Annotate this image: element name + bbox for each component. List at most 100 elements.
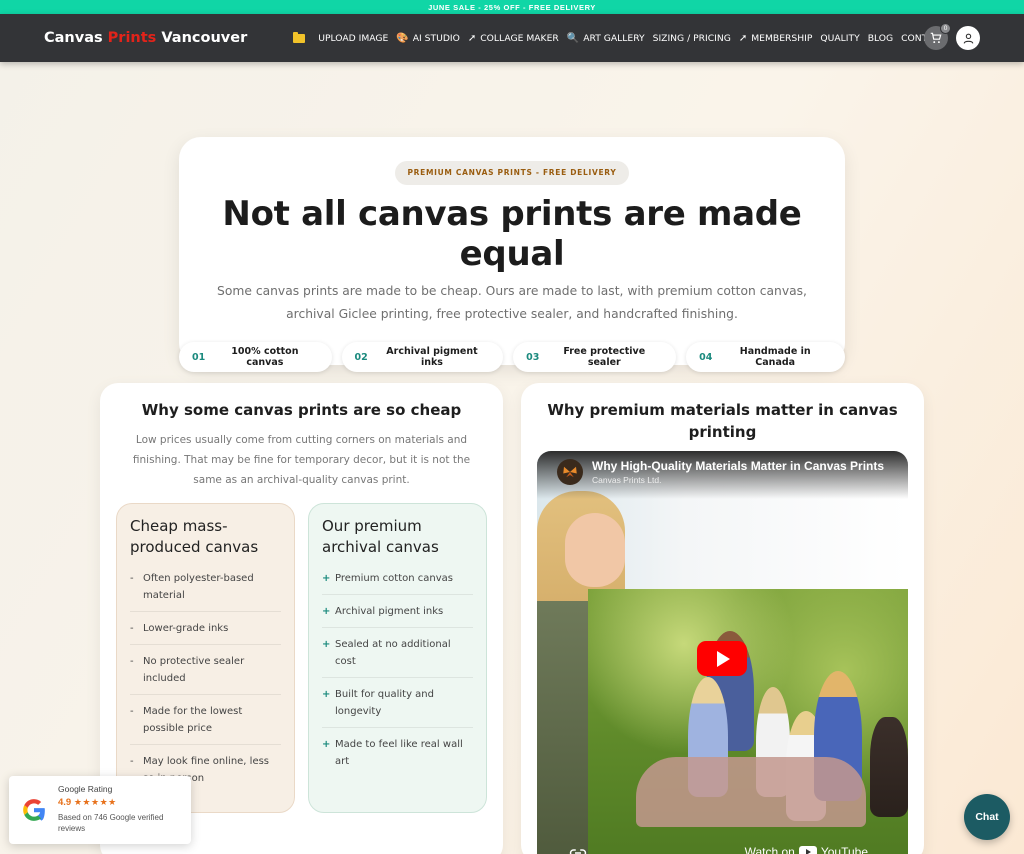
google-review-count: Based on 746 Google verified reviews (58, 813, 164, 833)
chip-label: Free protective sealer (563, 346, 646, 368)
arrow-icon: ➚ (738, 32, 748, 44)
nav-label: COLLAGE MAKER (480, 32, 559, 44)
plus-marker: + (322, 639, 331, 650)
thumbnail-dog (870, 717, 908, 817)
watch-on-youtube-link[interactable]: Watch on YouTube (745, 845, 868, 854)
minus-marker: - (130, 656, 134, 667)
google-logo-icon (23, 799, 45, 821)
list-item-text: Lower-grade inks (143, 623, 229, 634)
list-item: + Sealed at no additional cost (322, 628, 473, 678)
account-button[interactable] (956, 26, 980, 50)
nav-membership[interactable]: ➚ MEMBERSHIP (739, 33, 813, 44)
video-header: Why High-Quality Materials Matter in Can… (537, 451, 908, 499)
nav-label: BLOG (867, 32, 894, 44)
premium-list: + Premium cotton canvas + Archival pigment… (322, 562, 473, 777)
youtube-play-button[interactable] (697, 641, 747, 676)
cart-count-badge: 0 (940, 23, 951, 34)
hero-badge: PREMIUM CANVAS PRINTS - FREE DELIVERY (395, 161, 629, 185)
minus-marker: - (130, 623, 134, 634)
video-channel[interactable]: Canvas Prints Ltd. (592, 475, 884, 485)
plus-marker: + (322, 573, 331, 584)
column-heading: Our premium archival canvas (322, 517, 439, 556)
feature-chip: 04 Handmade in Canada (686, 342, 845, 372)
nav-label: QUALITY (820, 32, 860, 44)
top-navigation: Canvas Prints Vancouver UPLOAD IMAGE 🎨 AI… (0, 14, 1024, 62)
youtube-logo-icon (798, 846, 817, 854)
minus-marker: - (130, 573, 134, 584)
palette-icon: 🎨 (396, 32, 409, 44)
chat-button[interactable]: Chat (964, 794, 1010, 840)
nav-collage-maker[interactable]: ➚ COLLAGE MAKER (468, 33, 559, 44)
thumbnail-legs (636, 757, 866, 827)
feature-chips: 01 100% cotton canvas 02 Archival pigment … (179, 342, 845, 372)
comparison: Cheap mass-produced canvas - Often polyes… (116, 503, 487, 813)
rating-value: 4.9 (58, 797, 72, 808)
feature-chip: 02 Archival pigment inks (341, 342, 504, 372)
google-rating-title: Google Rating (58, 784, 113, 794)
thumbnail-family-photo (588, 589, 908, 854)
list-item: + Built for quality and longevity (322, 678, 473, 728)
channel-logo[interactable] (557, 459, 583, 485)
google-rating-badge[interactable]: Google Rating 4.9 ★★★★★ Based on 746 Goo… (9, 776, 191, 844)
list-item-text: Premium cotton canvas (335, 573, 453, 584)
premium-canvas-column: Our premium archival canvas + Premium cot… (308, 503, 487, 813)
list-item: - Often polyester-based material (130, 562, 281, 612)
chip-label: Handmade in Canada (739, 346, 811, 368)
nav-label: SIZING / PRICING (652, 32, 731, 44)
nav-blog[interactable]: BLOG (868, 33, 893, 44)
hero-card: PREMIUM CANVAS PRINTS - FREE DELIVERY No… (179, 137, 845, 372)
magnifier-icon: 🔍 (566, 32, 580, 44)
nav-label: ART GALLERY (583, 32, 645, 44)
nav-art-gallery[interactable]: 🔍 ART GALLERY (567, 33, 645, 44)
list-item: - No protective sealer included (130, 645, 281, 695)
nav-label: MEMBERSHIP (751, 32, 813, 44)
list-item-text: No protective sealer included (143, 656, 245, 684)
nav-upload-image[interactable]: UPLOAD IMAGE (318, 33, 388, 44)
cart-button[interactable]: 0 (924, 23, 951, 50)
nav-actions: 0 (924, 23, 980, 50)
list-item-text: Made to feel like real wall art (335, 739, 463, 767)
youtube-label: YouTube (820, 845, 868, 854)
cheap-list: - Often polyester-based material - Lower-g… (130, 562, 281, 794)
thumbnail-woman-face (565, 513, 625, 587)
watch-on-label: Watch on (744, 845, 795, 854)
list-item: + Made to feel like real wall art (322, 728, 473, 777)
list-item: + Premium cotton canvas (322, 562, 473, 595)
chip-number: 02 (354, 351, 368, 363)
brand-part1: Canvas (44, 30, 108, 46)
youtube-video-embed[interactable]: Why High-Quality Materials Matter in Can… (537, 451, 908, 854)
brand-part2: Prints (107, 30, 157, 46)
cheap-canvas-column: Cheap mass-produced canvas - Often polyes… (116, 503, 295, 813)
premium-materials-card: Why premium materials matter in canvas p… (521, 383, 924, 854)
butterfly-icon (563, 466, 577, 478)
chip-number: 03 (526, 351, 540, 363)
list-item-text: Archival pigment inks (335, 606, 444, 617)
chip-label: Archival pigment inks (386, 346, 478, 368)
hero-title: Not all canvas prints are made equal (222, 194, 802, 274)
minus-marker: - (130, 706, 134, 717)
plus-marker: + (322, 606, 331, 617)
card-title: Why some canvas prints are so cheap (141, 401, 462, 419)
link-icon[interactable] (569, 847, 587, 854)
folder-icon (293, 31, 306, 43)
nav-quality[interactable]: QUALITY (820, 33, 859, 44)
list-item: - Lower-grade inks (130, 612, 281, 645)
nav-sizing-pricing[interactable]: SIZING / PRICING (653, 33, 731, 44)
plus-marker: + (322, 739, 331, 750)
main-menu: UPLOAD IMAGE 🎨 AI STUDIO ➚ COLLAGE MAKER 🔍… (293, 31, 953, 44)
nav-label: UPLOAD IMAGE (318, 32, 389, 44)
brand-logo[interactable]: Canvas Prints Vancouver (44, 30, 247, 46)
google-rating-text: Google Rating 4.9 ★★★★★ Based on 746 Goo… (58, 784, 178, 834)
list-item-text: Built for quality and longevity (335, 689, 434, 717)
card-title: Why premium materials matter in canvas p… (547, 401, 898, 441)
hero-subtitle: Some canvas prints are made to be cheap.… (217, 284, 807, 321)
list-item-text: Often polyester-based material (143, 573, 254, 601)
column-heading: Cheap mass-produced canvas (130, 517, 259, 556)
feature-chip: 03 Free protective sealer (513, 342, 677, 372)
video-title[interactable]: Why High-Quality Materials Matter in Can… (592, 459, 884, 473)
star-rating-icon: ★★★★★ (73, 797, 117, 807)
plus-marker: + (322, 689, 331, 700)
list-item: - Made for the lowest possible price (130, 695, 281, 745)
nav-ai-studio[interactable]: 🎨 AI STUDIO (396, 33, 460, 44)
brand-part3: Vancouver (156, 30, 248, 46)
